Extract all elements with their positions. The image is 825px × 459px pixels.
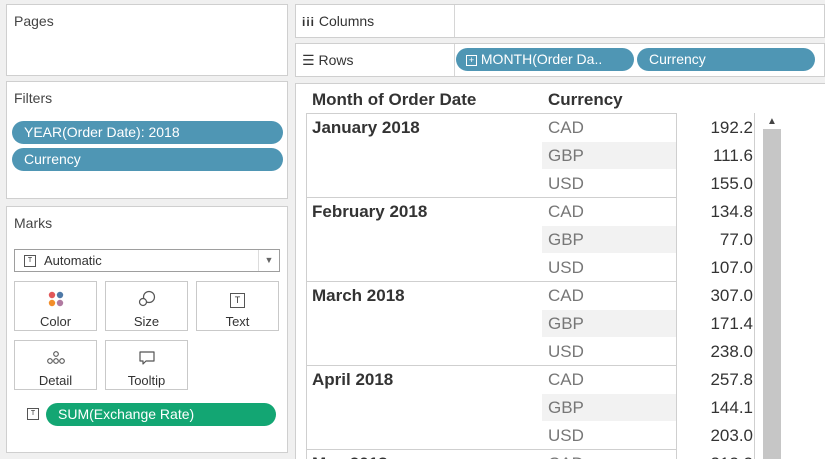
currency-cell[interactable]: USD (548, 426, 584, 446)
month-header[interactable]: January 2018 (312, 118, 420, 138)
filter-pill-currency[interactable]: Currency (12, 148, 283, 171)
value-cell[interactable]: 134.8 (678, 202, 753, 222)
filters-title: Filters (14, 90, 53, 106)
value-column-border (676, 113, 677, 459)
detail-icon (15, 349, 96, 367)
month-separator (306, 113, 676, 114)
text-mark-icon: T (24, 255, 36, 267)
currency-cell[interactable]: USD (548, 258, 584, 278)
value-cell[interactable]: 203.0 (678, 426, 753, 446)
month-header[interactable]: May 2018 (312, 454, 388, 459)
month-separator (306, 365, 676, 366)
chevron-down-icon[interactable]: ▼ (258, 250, 279, 271)
text-icon: T (197, 290, 278, 308)
month-header[interactable]: April 2018 (312, 370, 393, 390)
tooltip-icon (106, 349, 187, 367)
month-separator (306, 281, 676, 282)
text-encoding-icon[interactable]: T (27, 408, 39, 420)
color-label: Color (39, 314, 72, 329)
currency-cell[interactable]: USD (548, 174, 584, 194)
month-column-border (306, 113, 307, 459)
value-cell[interactable]: 107.0 (678, 258, 753, 278)
rows-icon: ☰ (302, 52, 315, 68)
text-button[interactable]: T Text (196, 281, 279, 331)
expand-plus-icon[interactable]: + (466, 55, 477, 66)
value-cell[interactable]: 77.0 (678, 230, 753, 250)
currency-cell[interactable]: CAD (548, 454, 584, 459)
currency-cell[interactable]: GBP (548, 230, 584, 250)
marks-title: Marks (14, 215, 53, 231)
filters-card: Filters YEAR(Order Date): 2018 Currency (6, 81, 288, 199)
marks-field-pill[interactable]: SUM(Exchange Rate) (46, 403, 276, 426)
rows-pill-month[interactable]: + MONTH(Order Da.. (456, 48, 634, 71)
month-separator (306, 449, 676, 450)
columns-shelf[interactable]: iii Columns (295, 4, 825, 38)
columns-shelf-label: iii Columns (302, 5, 374, 37)
rows-pill-currency[interactable]: Currency (637, 48, 815, 71)
color-button[interactable]: Color (14, 281, 97, 331)
shelf-divider (454, 44, 455, 76)
value-cell[interactable]: 257.8 (678, 370, 753, 390)
detail-label: Detail (38, 373, 73, 388)
currency-cell[interactable]: GBP (548, 314, 584, 334)
detail-button[interactable]: Detail (14, 340, 97, 390)
size-label: Size (133, 314, 160, 329)
rows-label: Rows (318, 52, 354, 68)
value-cell[interactable]: 307.0 (678, 286, 753, 306)
columns-label: Columns (318, 13, 375, 29)
value-cell[interactable]: 192.2 (678, 118, 753, 138)
value-cell[interactable]: 312.2 (678, 454, 753, 459)
value-cell[interactable]: 144.1 (678, 398, 753, 418)
viz-view: Month of Order Date Currency January 201… (295, 83, 825, 459)
currency-cell[interactable]: USD (548, 342, 584, 362)
header-currency[interactable]: Currency (548, 90, 623, 110)
rows-shelf[interactable]: ☰ Rows + MONTH(Order Da.. Currency (295, 43, 825, 77)
currency-cell[interactable]: GBP (548, 398, 584, 418)
currency-cell[interactable]: GBP (548, 146, 584, 166)
rows-pill-month-label: MONTH(Order Da.. (480, 51, 603, 67)
value-column-right-border (754, 113, 755, 459)
tooltip-label: Tooltip (127, 373, 166, 388)
value-cell[interactable]: 155.0 (678, 174, 753, 194)
size-button[interactable]: Size (105, 281, 188, 331)
pages-card[interactable]: Pages (6, 4, 288, 76)
filter-pill-year[interactable]: YEAR(Order Date): 2018 (12, 121, 283, 144)
rows-shelf-label: ☰ Rows (302, 44, 353, 76)
mark-type-dropdown[interactable]: T Automatic ▼ (14, 249, 280, 272)
marks-card: Marks T Automatic ▼ Color Size T Text De… (6, 206, 288, 453)
header-month[interactable]: Month of Order Date (312, 90, 476, 110)
size-icon (106, 290, 187, 308)
currency-cell[interactable]: CAD (548, 286, 584, 306)
shelf-divider (454, 5, 455, 37)
pages-title: Pages (14, 13, 54, 29)
currency-cell[interactable]: CAD (548, 202, 584, 222)
value-cell[interactable]: 111.6 (678, 146, 753, 166)
columns-icon: iii (302, 15, 316, 29)
month-header[interactable]: March 2018 (312, 286, 405, 306)
color-icon (15, 290, 96, 308)
mark-type-selected: Automatic (44, 253, 102, 268)
currency-cell[interactable]: CAD (548, 370, 584, 390)
value-cell[interactable]: 171.4 (678, 314, 753, 334)
month-header[interactable]: February 2018 (312, 202, 427, 222)
scroll-up-arrow[interactable]: ▲ (763, 115, 781, 129)
currency-cell[interactable]: CAD (548, 118, 584, 138)
month-separator (306, 197, 676, 198)
value-cell[interactable]: 238.0 (678, 342, 753, 362)
tooltip-button[interactable]: Tooltip (105, 340, 188, 390)
vertical-scrollbar[interactable] (763, 129, 781, 459)
text-label: Text (225, 314, 250, 329)
